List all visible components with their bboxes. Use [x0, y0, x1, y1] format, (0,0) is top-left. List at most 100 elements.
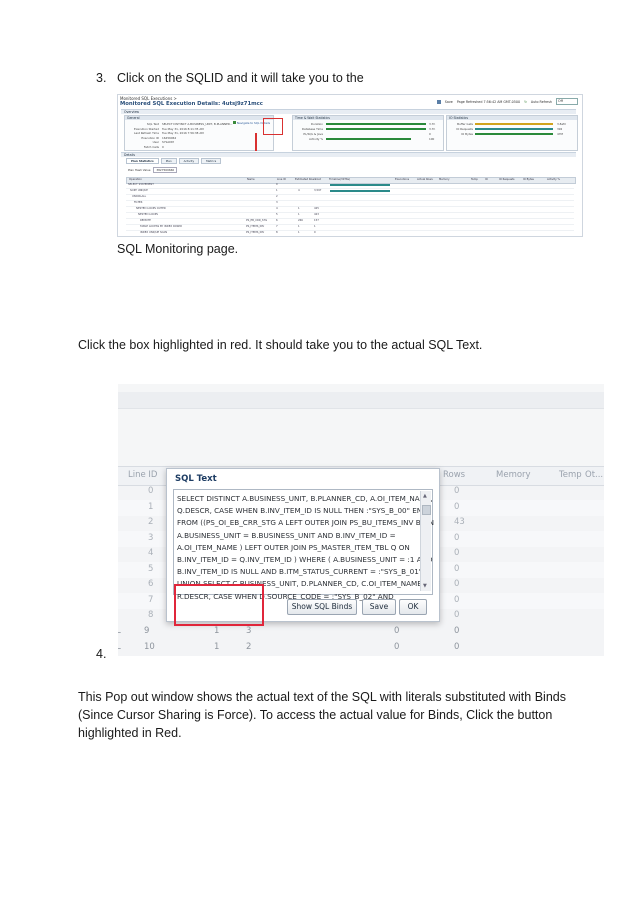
background-stripe [118, 392, 604, 409]
general-value: Tue May 31, 2016 7:56:38 AM [162, 131, 204, 135]
highlight-binds-box [174, 584, 264, 626]
tab-plan-statistics[interactable]: Plan Statistics [126, 158, 159, 164]
scrollbar-thumb[interactable] [422, 505, 431, 515]
save-icon[interactable] [436, 99, 441, 104]
column-header[interactable]: Temp [471, 178, 478, 181]
tab-plan[interactable]: Plan [160, 158, 177, 164]
grid-column-header[interactable]: Ot... [585, 470, 603, 480]
scroll-up-icon[interactable]: ▲ [423, 493, 427, 499]
io-value: 3.8eM [557, 122, 566, 126]
time-bar [326, 137, 411, 140]
scrollbar[interactable]: ▲ ▼ [420, 491, 431, 591]
operation-cell: REMOTE [140, 219, 151, 222]
line-id-cell: 5 [276, 213, 278, 216]
grid-row[interactable]: L 10 1 2 0 0 [118, 640, 604, 656]
name-cell: PS_ITEMS_INV [246, 231, 265, 234]
operation-cell: NESTED LOOPS [138, 213, 158, 216]
time-bar [326, 127, 426, 130]
highlight-arrow [255, 133, 257, 151]
line-id-cell: 3 [276, 201, 278, 204]
io-key: IO Requests [456, 127, 473, 131]
operation-cell: SELECT STATEMENT [128, 183, 154, 186]
grid-column-header[interactable]: Temp [559, 470, 582, 480]
general-value: 16456962 [162, 135, 177, 140]
column-header[interactable]: Memory [439, 178, 450, 181]
operation-cell: NESTED LOOPS OUTER [136, 207, 166, 210]
time-key: Activity % [308, 137, 323, 141]
monitor-toolbar: Save Page Refreshed 7:56:42 AM GMT-0500 … [436, 98, 578, 105]
cell-d: 0 [454, 642, 460, 652]
save-link[interactable]: Save [445, 100, 453, 104]
line-id-cell: 2 [276, 195, 278, 198]
plan-statistics-table: Operation Name Line ID Estimated Rows Cost Ti… [126, 177, 576, 236]
rows-cell: 0 [454, 486, 460, 496]
time-wait-panel-title: Time & Wait Statistics [293, 116, 443, 120]
line-id-cell: 2 [148, 517, 154, 527]
paragraph-popout-line-3: highlighted in Red. [78, 726, 182, 740]
general-value: SYSADM [162, 140, 174, 144]
general-value[interactable]: SELECT DISTINCT A.BUSINESS_UNIT, B.PLANN… [162, 122, 232, 126]
column-header[interactable]: Estimated Rows [295, 178, 316, 181]
column-header[interactable]: Operation [129, 178, 142, 181]
grid-column-header[interactable]: Rows [443, 470, 465, 480]
plan-hash-value[interactable]: 3827569660 [153, 167, 178, 173]
sql-text-line: B.INV_ITEM_ID IS NULL AND B.ITM_STATUS_C… [177, 567, 425, 577]
ok-button[interactable]: OK [399, 599, 427, 615]
refresh-icon[interactable]: ↻ [524, 100, 527, 104]
cell-d: 0 [454, 626, 460, 636]
cell-b: 2 [246, 642, 252, 652]
time-bar [326, 122, 426, 125]
grid-row[interactable]: L 9 1 3 0 0 [118, 624, 604, 640]
grid-column-header[interactable]: Line ID [128, 470, 157, 480]
io-value: 392 [557, 127, 563, 131]
show-sql-binds-button[interactable]: Show SQL Binds [287, 599, 357, 615]
column-header[interactable]: Activity % [547, 178, 560, 181]
general-panel-title: General [125, 116, 273, 120]
name-cell: PS_ITEMS_INV [246, 225, 265, 228]
save-button[interactable]: Save [362, 599, 396, 615]
column-header[interactable]: IO Bytes [523, 178, 534, 181]
estimated-rows-cell: 266 [298, 219, 303, 222]
details-section-header[interactable]: Details [121, 152, 576, 157]
rows-cell: 0 [454, 532, 460, 543]
sql-monitor-screenshot: Monitored SQL Executions > Monitored SQL… [117, 94, 583, 237]
line-id-cell: 0 [276, 183, 278, 186]
scroll-down-icon[interactable]: ▼ [423, 583, 427, 589]
overview-section-header[interactable]: Overview [121, 109, 576, 114]
estimated-rows-cell: 1 [298, 213, 300, 216]
column-header[interactable]: IO Requests [499, 178, 515, 181]
cell-a: 1 [214, 626, 220, 636]
general-key: Execution Started [134, 126, 159, 131]
column-header[interactable]: IO [485, 178, 488, 181]
timeline-bar [330, 184, 390, 186]
column-header[interactable]: Cost [315, 178, 321, 181]
grid-column-header[interactable]: Memory [496, 470, 531, 480]
sql-text-area[interactable]: SELECT DISTINCT A.BUSINESS_UNIT, B.PLANN… [173, 489, 434, 601]
time-key: Duration [310, 122, 323, 126]
column-header[interactable]: Timeline(3076s) [329, 178, 350, 181]
line-id-cell: 1 [276, 189, 278, 192]
line-id-cell: 1 [148, 501, 154, 512]
monitor-page-title: Monitored SQL Execution Details: 4utsj9z… [120, 101, 263, 107]
paragraph-popout-line-1: This Pop out window shows the actual tex… [78, 690, 566, 704]
general-key: Execution ID [141, 135, 159, 140]
sql-text-line: Q.DESCR, CASE WHEN B.INV_ITEM_ID IS NULL… [177, 506, 428, 516]
general-key: User [152, 140, 159, 144]
line-id-cell: 7 [276, 225, 278, 228]
line-id-cell: 7 [148, 594, 154, 605]
tab-metrics[interactable]: Metrics [201, 158, 222, 164]
dialog-title: SQL Text [175, 474, 217, 484]
general-key: Fetch Calls [143, 144, 159, 149]
tab-activity[interactable]: Activity [178, 158, 200, 164]
table-row[interactable]: INDEX UNIQUE SCAN PS_ITEMS_INV 8 1 0 [126, 231, 574, 236]
sql-text-line: A.BUSINESS_UNIT = B.BUSINESS_UNIT AND B.… [177, 530, 396, 540]
column-header[interactable]: Line ID [277, 178, 286, 181]
column-header[interactable]: Executions [395, 178, 409, 181]
auto-refresh-select[interactable]: Off [556, 98, 578, 105]
paragraph-click-box: Click the box highlighted in red. It sho… [78, 338, 483, 352]
estimated-rows-cell: 1 [298, 231, 300, 234]
io-key: IO Bytes [461, 132, 473, 136]
column-header[interactable]: Name [247, 178, 255, 181]
row-lead: L [118, 626, 121, 636]
column-header[interactable]: Actual Rows [417, 178, 433, 181]
